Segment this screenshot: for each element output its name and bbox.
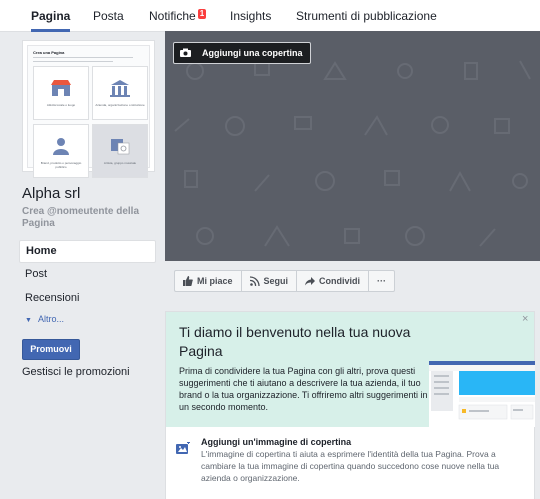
share-label: Condividi [319,276,361,286]
like-button[interactable]: Mi piace [174,270,241,292]
cover-pattern [174,60,531,247]
preview-title: Crea una Pagina [33,50,65,55]
welcome-banner: × Ti diamo il benvenuto nella tua nuova … [166,312,535,427]
sidebar-item-home[interactable]: Home [19,240,156,263]
camera-icon [180,48,191,57]
preview-card-label: Brand, prodotto o personaggio pubblico [40,161,82,169]
preview-card-brand: Brand, prodotto o personaggio pubblico [33,124,89,178]
add-cover-step-title: Aggiungi un'immagine di copertina [201,437,352,447]
chevron-down-icon: ▼ [25,317,32,324]
add-photo-icon [176,442,190,454]
close-icon[interactable]: × [522,313,528,325]
page-actions: Mi piace Segui Condividi ··· [174,270,396,292]
share-arrow-icon [305,277,316,286]
follow-label: Segui [263,276,289,286]
profile-picture[interactable]: Crea una Pagina Attività locale o luogo … [22,40,155,178]
photo-icon [111,139,130,155]
share-button[interactable]: Condividi [296,270,369,292]
tab-notifiche[interactable]: Notifiche 1 [149,0,207,32]
thumbs-up-icon [183,276,193,286]
promote-button[interactable]: Promuovi [22,339,80,360]
tab-label: Insights [230,9,272,23]
notification-badge: 1 [197,9,207,19]
cover-photo-area[interactable] [165,31,540,261]
preview-card-label: Attività locale o luogo [46,103,76,107]
preview-card-label: Artista, gruppo musicale [103,161,137,165]
tab-label: Strumenti di pubblicazione [296,9,437,23]
storefront-icon [51,80,71,96]
page-preview-illustration [429,361,535,427]
add-cover-button[interactable]: Aggiungi una copertina [173,42,311,64]
follow-button[interactable]: Segui [240,270,297,292]
more-options-label: ··· [377,276,387,286]
tab-pagina[interactable]: Pagina [31,0,71,32]
page-name: Alpha srl [22,185,81,202]
sidebar-item-recensioni[interactable]: Recensioni [25,292,79,304]
tab-label: Posta [93,9,124,23]
tab-posta[interactable]: Posta [93,0,124,32]
sidebar-item-post[interactable]: Post [25,268,47,280]
more-label: Altro... [37,314,64,324]
add-cover-step-description: L'immagine di copertina ti aiuta a espri… [201,449,500,483]
preview-card-local-business: Attività locale o luogo [33,66,89,120]
page-tab-bar: Pagina Posta Notifiche 1 Insights Strumen… [0,0,540,32]
profile-picture-preview: Crea una Pagina Attività locale o luogo … [27,45,150,178]
preview-line [33,57,133,58]
manage-promotions-link[interactable]: Gestisci le promozioni [22,366,130,378]
tab-insights[interactable]: Insights [230,0,271,32]
preview-card-company: Azienda, organizzazione o istituzione [92,66,148,120]
sidebar-item-label: Post [25,268,48,280]
preview-card-artist: Artista, gruppo musicale [92,124,148,178]
building-icon [110,80,130,97]
tab-label: Pagina [31,9,71,23]
person-icon [53,138,69,155]
welcome-text: Prima di condividere la tua Pagina con g… [179,366,428,412]
preview-card-label: Azienda, organizzazione o istituzione [95,103,145,107]
preview-line [33,61,113,62]
sidebar-more-link[interactable]: ▼ Altro... [25,314,64,324]
like-label: Mi piace [197,276,233,286]
tab-strumenti-pubblicazione[interactable]: Strumenti di pubblicazione [296,0,437,32]
create-username-link[interactable]: Crea @nomeutente della Pagina [22,206,152,230]
sidebar-item-label: Recensioni [25,292,80,304]
more-options-button[interactable]: ··· [368,270,396,292]
rss-icon [249,276,260,286]
welcome-title: Ti diamo il benvenuto nella tua nuova Pa… [179,324,411,359]
tab-label: Notifiche [149,9,196,23]
welcome-card: × Ti diamo il benvenuto nella tua nuova … [165,311,535,499]
add-cover-label: Aggiungi una copertina [202,48,303,58]
sidebar-item-label: Home [26,245,57,257]
